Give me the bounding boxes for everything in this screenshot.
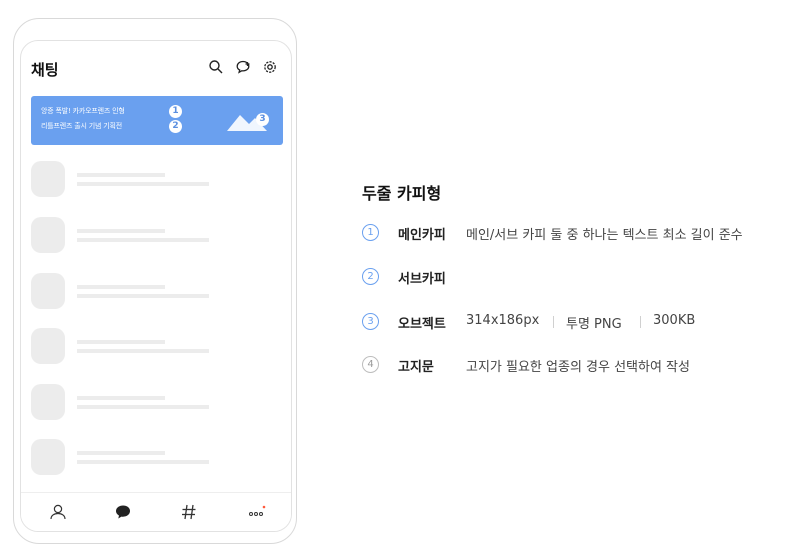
friends-icon[interactable] [48,503,68,521]
badge-sub-copy: 2 [169,120,182,133]
avatar [31,273,65,309]
list-item[interactable] [31,384,211,420]
bottom-tab-bar [21,492,291,531]
hashtag-icon[interactable] [179,503,199,521]
legend-number: 1 [362,224,379,241]
divider [640,316,641,328]
legend-label: 서브카피 [398,272,446,287]
avatar [31,161,65,197]
legend-desc: 메인/서브 카피 둘 중 하나는 텍스트 최소 길이 준수 [466,228,743,243]
legend-desc-format: 투명 PNG [566,317,622,332]
legend-label: 고지문 [398,360,434,375]
legend-desc-size: 314x186px [466,313,540,328]
badge-main-copy: 1 [169,105,182,118]
legend-label: 메인카피 [398,228,446,243]
legend-desc: 고지가 필요한 업종의 경우 선택하여 작성 [466,360,690,375]
chats-icon[interactable] [113,503,133,521]
new-chat-icon[interactable] [235,59,251,75]
banner-main-copy: 앙증 폭발! 카카오프렌즈 인형 [41,107,125,115]
list-item[interactable] [31,439,211,475]
legend-desc-filesize: 300KB [653,313,696,328]
list-item[interactable] [31,273,211,309]
more-icon[interactable] [246,503,266,521]
avatar [31,217,65,253]
avatar [31,384,65,420]
legend-number: 2 [362,268,379,285]
list-item[interactable] [31,328,211,364]
banner-sub-copy: 리틀프렌즈 출시 기념 기획전 [41,122,122,130]
avatar [31,328,65,364]
phone-screen: 채팅 앙증 폭발! 카카오프렌즈 인형 리틀프렌즈 출시 기념 기획전 1 2 … [20,40,292,532]
legend-title: 두줄 카피형 [362,184,442,203]
legend-number: 3 [362,313,379,330]
divider [553,316,554,328]
list-item[interactable] [31,217,211,253]
search-icon[interactable] [208,59,224,75]
list-item[interactable] [31,161,211,197]
legend-number: 4 [362,356,379,373]
settings-icon[interactable] [262,59,278,75]
legend-label: 오브젝트 [398,317,446,332]
ad-banner[interactable]: 앙증 폭발! 카카오프렌즈 인형 리틀프렌즈 출시 기념 기획전 1 2 3 [31,96,283,145]
avatar [31,439,65,475]
page-title: 채팅 [31,61,59,79]
badge-object: 3 [256,113,269,126]
